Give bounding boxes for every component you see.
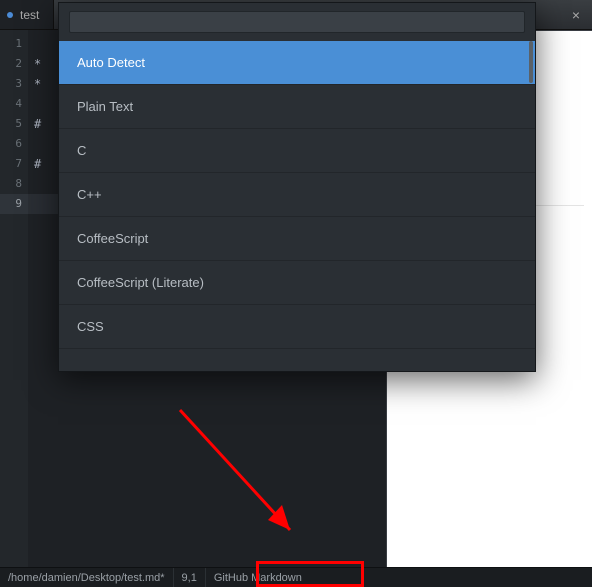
line-number: 6 bbox=[0, 134, 28, 154]
line-number: 9 bbox=[0, 194, 28, 214]
line-number: 7 bbox=[0, 154, 28, 174]
line-number: 3 bbox=[0, 74, 28, 94]
line-number: 5 bbox=[0, 114, 28, 134]
status-grammar-selector[interactable]: GitHub Markdown bbox=[206, 568, 310, 587]
close-icon: × bbox=[572, 7, 580, 23]
tab-label: test bbox=[20, 8, 39, 22]
tab-test[interactable]: test bbox=[0, 0, 54, 29]
palette-scrollbar[interactable] bbox=[529, 41, 533, 83]
palette-item-css[interactable]: CSS bbox=[59, 305, 535, 349]
palette-item-coffeescript-literate[interactable]: CoffeeScript (Literate) bbox=[59, 261, 535, 305]
status-file-path[interactable]: /home/damien/Desktop/test.md* bbox=[0, 568, 174, 587]
palette-list: Auto Detect Plain Text C C++ CoffeeScrip… bbox=[59, 41, 535, 371]
palette-item-coffeescript[interactable]: CoffeeScript bbox=[59, 217, 535, 261]
line-number: 1 bbox=[0, 34, 28, 54]
palette-item-cpp[interactable]: C++ bbox=[59, 173, 535, 217]
palette-item-c[interactable]: C bbox=[59, 129, 535, 173]
line-number: 2 bbox=[0, 54, 28, 74]
palette-search-input[interactable] bbox=[69, 11, 525, 33]
modified-dot-icon bbox=[7, 12, 13, 18]
close-tab-button[interactable]: × bbox=[564, 0, 588, 30]
grammar-selector-palette: Auto Detect Plain Text C C++ CoffeeScrip… bbox=[58, 2, 536, 372]
line-number: 8 bbox=[0, 174, 28, 194]
palette-item-plain-text[interactable]: Plain Text bbox=[59, 85, 535, 129]
status-bar: /home/damien/Desktop/test.md* 9,1 GitHub… bbox=[0, 567, 592, 587]
palette-item-auto-detect[interactable]: Auto Detect bbox=[59, 41, 535, 85]
line-number: 4 bbox=[0, 94, 28, 114]
status-cursor-position[interactable]: 9,1 bbox=[174, 568, 206, 587]
gutter: 1 2 3 4 5 6 7 8 9 bbox=[0, 30, 28, 567]
